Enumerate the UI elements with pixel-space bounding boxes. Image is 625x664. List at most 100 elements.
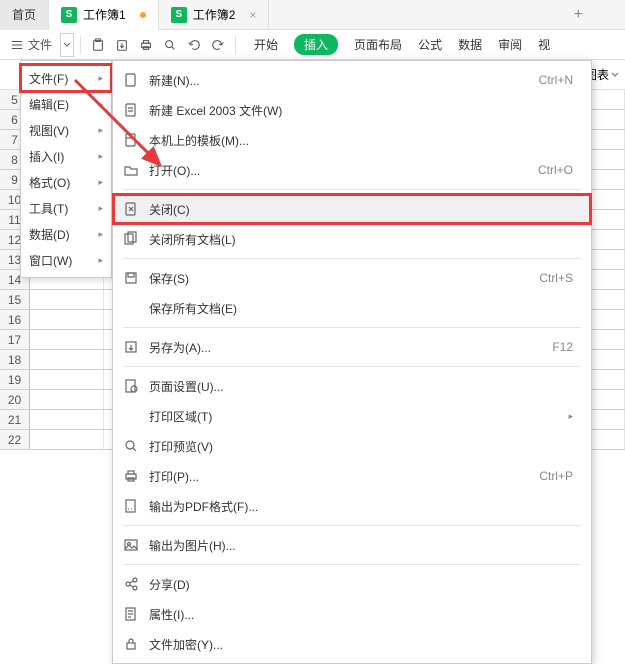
close-all-icon bbox=[123, 231, 139, 247]
blank-icon bbox=[123, 300, 139, 316]
menu-item-label: 视图(V) bbox=[29, 122, 69, 139]
submenu-label: 新建 Excel 2003 文件(W) bbox=[149, 102, 573, 119]
menu-separator bbox=[123, 366, 581, 367]
cell[interactable] bbox=[30, 330, 104, 349]
tab-workbook1[interactable]: S 工作簿1 bbox=[49, 0, 159, 30]
chevron-down-icon bbox=[63, 41, 71, 49]
row-header[interactable]: 22 bbox=[0, 430, 30, 449]
hamburger-icon bbox=[10, 38, 24, 52]
submenu-item[interactable]: 页面设置(U)... bbox=[113, 371, 591, 401]
shortcut-label: Ctrl+N bbox=[539, 73, 573, 87]
submenu-item[interactable]: 另存为(A)... F12 bbox=[113, 332, 591, 362]
menu-separator bbox=[123, 189, 581, 190]
row-header[interactable]: 15 bbox=[0, 290, 30, 309]
submenu-item[interactable]: 保存(S)Ctrl+S bbox=[113, 263, 591, 293]
chevron-right-icon: ▸ bbox=[98, 73, 103, 84]
ribbon-tab-data[interactable]: 数据 bbox=[458, 36, 482, 53]
cell[interactable] bbox=[30, 290, 104, 309]
submenu-item[interactable]: 关闭所有文档(L) bbox=[113, 224, 591, 254]
ribbon-tab-page-layout[interactable]: 页面布局 bbox=[354, 36, 402, 53]
submenu-item[interactable]: 新建(N)...Ctrl+N bbox=[113, 65, 591, 95]
print-button[interactable] bbox=[135, 33, 157, 57]
preview-button[interactable] bbox=[159, 33, 181, 57]
saveas-icon bbox=[123, 339, 139, 355]
chevron-right-icon: ▸ bbox=[98, 229, 103, 240]
cell[interactable] bbox=[30, 430, 104, 449]
export-button[interactable] bbox=[111, 33, 133, 57]
blank-icon bbox=[123, 408, 139, 424]
ribbon-tab-view[interactable]: 视 bbox=[538, 36, 550, 53]
row-header[interactable]: 19 bbox=[0, 370, 30, 389]
submenu-item[interactable]: 输出为图片(H)... bbox=[113, 530, 591, 560]
menu-item[interactable]: 工具(T)▸ bbox=[21, 195, 111, 221]
submenu-item[interactable]: 属性(I)... bbox=[113, 599, 591, 629]
cell[interactable] bbox=[30, 310, 104, 329]
chevron-right-icon: ▸ bbox=[98, 203, 103, 214]
paste-button[interactable] bbox=[87, 33, 109, 57]
cell[interactable] bbox=[30, 370, 104, 389]
menu-separator bbox=[123, 564, 581, 565]
file-submenu: 新建(N)...Ctrl+N 新建 Excel 2003 文件(W) 本机上的模板(… bbox=[112, 60, 592, 664]
submenu-item[interactable]: 新建 Excel 2003 文件(W) bbox=[113, 95, 591, 125]
submenu-item[interactable]: 关闭(C) bbox=[113, 194, 591, 224]
undo-button[interactable] bbox=[183, 33, 205, 57]
chevron-right-icon: ▸ bbox=[98, 255, 103, 266]
menu-item[interactable]: 窗口(W) ▸ bbox=[21, 247, 111, 273]
shortcut-label: F12 bbox=[552, 340, 573, 354]
cell[interactable] bbox=[30, 350, 104, 369]
cell[interactable] bbox=[30, 410, 104, 429]
close-icon bbox=[123, 201, 139, 217]
submenu-label: 打开(O)... bbox=[149, 162, 528, 179]
chevron-right-icon: ▸ bbox=[98, 177, 103, 188]
ribbon-tab-review[interactable]: 审阅 bbox=[498, 36, 522, 53]
chevron-down-icon bbox=[611, 71, 619, 79]
submenu-label: 关闭(C) bbox=[149, 201, 573, 218]
main-cascading-menu: 文件(F)▸编辑(E)▸视图(V)▸插入(I)▸格式(O)▸工具(T)▸数据(D… bbox=[20, 60, 112, 278]
file-label: 文件 bbox=[28, 36, 52, 53]
wps-sheet-icon: S bbox=[61, 7, 77, 23]
submenu-label: 页面设置(U)... bbox=[149, 378, 573, 395]
submenu-item[interactable]: 分享(D) bbox=[113, 569, 591, 599]
new-tab-button[interactable]: + bbox=[562, 6, 595, 24]
menu-item-label: 插入(I) bbox=[29, 148, 64, 165]
menu-item-label: 窗口(W) bbox=[29, 252, 72, 269]
share-icon bbox=[123, 576, 139, 592]
submenu-item[interactable]: 本机上的模板(M)... bbox=[113, 125, 591, 155]
file-menu-button[interactable]: 文件 bbox=[6, 33, 58, 57]
submenu-item[interactable]: 输出为PDF格式(F)... bbox=[113, 491, 591, 521]
row-header[interactable]: 18 bbox=[0, 350, 30, 369]
tab-workbook2[interactable]: S 工作簿2 × bbox=[159, 0, 270, 30]
shortcut-label: Ctrl+O bbox=[538, 163, 573, 177]
menu-item[interactable]: 文件(F)▸ bbox=[21, 65, 111, 91]
menu-item[interactable]: 视图(V)▸ bbox=[21, 117, 111, 143]
submenu-item[interactable]: 打印预览(V) bbox=[113, 431, 591, 461]
tab-home[interactable]: 首页 bbox=[0, 0, 49, 30]
ribbon-tab-start[interactable]: 开始 bbox=[254, 36, 278, 53]
ribbon-tab-insert[interactable]: 插入 bbox=[294, 34, 338, 55]
submenu-item[interactable]: 文件加密(Y)... bbox=[113, 629, 591, 659]
ribbon-tab-formula[interactable]: 公式 bbox=[418, 36, 442, 53]
tab-home-label: 首页 bbox=[12, 6, 36, 23]
menu-item[interactable]: 编辑(E)▸ bbox=[21, 91, 111, 117]
submenu-item[interactable]: 打印区域(T)▸ bbox=[113, 401, 591, 431]
submenu-label: 另存为(A)... bbox=[149, 339, 542, 356]
file-dropdown-button[interactable] bbox=[60, 33, 74, 57]
row-header[interactable]: 17 bbox=[0, 330, 30, 349]
menu-item[interactable]: 数据(D)▸ bbox=[21, 221, 111, 247]
row-header[interactable]: 16 bbox=[0, 310, 30, 329]
menu-item[interactable]: 插入(I)▸ bbox=[21, 143, 111, 169]
redo-button[interactable] bbox=[207, 33, 229, 57]
image-icon bbox=[123, 537, 139, 553]
close-icon[interactable]: × bbox=[249, 8, 256, 22]
template-icon bbox=[123, 132, 139, 148]
row-header[interactable]: 20 bbox=[0, 390, 30, 409]
submenu-label: 输出为PDF格式(F)... bbox=[149, 498, 573, 515]
submenu-item[interactable]: 打开(O)... Ctrl+O bbox=[113, 155, 591, 185]
save-icon bbox=[123, 270, 139, 286]
cell[interactable] bbox=[30, 390, 104, 409]
submenu-label: 关闭所有文档(L) bbox=[149, 231, 573, 248]
submenu-item[interactable]: 打印(P)...Ctrl+P bbox=[113, 461, 591, 491]
row-header[interactable]: 21 bbox=[0, 410, 30, 429]
menu-item[interactable]: 格式(O)▸ bbox=[21, 169, 111, 195]
submenu-item[interactable]: 保存所有文档(E) bbox=[113, 293, 591, 323]
